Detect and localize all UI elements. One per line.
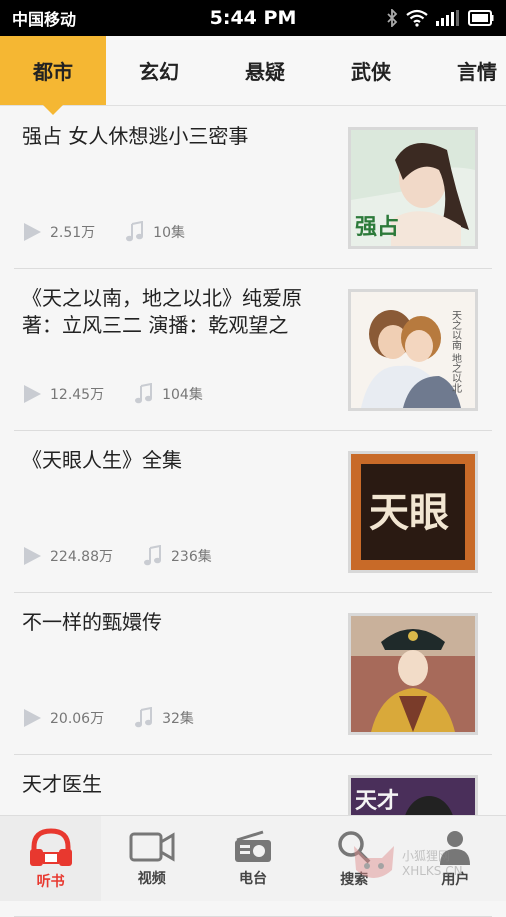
nav-shipin[interactable]: 视频	[101, 816, 202, 901]
item-title: 《天眼人生》全集	[22, 448, 182, 472]
item-title: 《天之以南，地之以北》纯爱原著：立风三二 演播：乾观望之	[22, 286, 302, 337]
music-note-icon	[144, 545, 161, 566]
list-item[interactable]: 不一样的甄嬛传 20.06万 32集	[14, 593, 492, 755]
book-cover[interactable]: 强占	[348, 127, 478, 249]
item-title: 天才医生	[22, 772, 102, 796]
bluetooth-icon	[386, 9, 398, 27]
episode-count: 10集	[153, 225, 185, 241]
list-item[interactable]: 《天之以南，地之以北》纯爱原著：立风三二 演播：乾观望之 12.45万 104集…	[14, 269, 492, 431]
svg-text:天才: 天才	[355, 788, 399, 814]
category-tabs: 都市 玄幻 悬疑 武侠 言情	[0, 36, 506, 115]
play-count-icon	[24, 385, 41, 403]
radio-icon	[235, 830, 271, 862]
tab-xuanyi[interactable]: 悬疑	[212, 36, 318, 105]
carrier-name: 中国移动	[12, 10, 77, 29]
music-note-icon	[126, 221, 144, 242]
nav-label: 视频	[137, 870, 166, 887]
book-cover[interactable]: 天之以南 地之以北	[348, 289, 478, 411]
svg-text:强占: 强占	[355, 215, 399, 240]
video-camera-icon	[129, 831, 175, 862]
play-count-icon	[24, 223, 41, 241]
nav-label: 用户	[441, 871, 470, 888]
tab-wuxia[interactable]: 武侠	[318, 36, 424, 105]
episode-count: 104集	[162, 387, 203, 403]
audiobook-list: 强占 女人休想逃小三密事 2.51万 10集 强占 《天之以南，地之以北》纯爱原…	[0, 107, 506, 917]
nav-label: 电台	[239, 870, 267, 887]
nav-label: 听书	[36, 873, 65, 890]
book-cover[interactable]	[348, 613, 478, 735]
nav-diantai[interactable]: 电台	[202, 816, 303, 901]
svg-text:天之以南 地之以北: 天之以南 地之以北	[450, 310, 462, 393]
headphones-icon	[29, 827, 72, 866]
episode-count: 32集	[162, 711, 194, 727]
item-title: 不一样的甄嬛传	[22, 610, 162, 634]
item-meta: 20.06万 32集	[22, 707, 224, 729]
list-item[interactable]: 强占 女人休想逃小三密事 2.51万 10集 强占	[14, 107, 492, 269]
nav-tingshu[interactable]: 听书	[0, 816, 102, 901]
list-item[interactable]: 《天眼人生》全集 224.88万 236集 天眼	[14, 431, 492, 593]
search-icon	[338, 830, 371, 863]
music-note-icon	[135, 383, 153, 404]
user-icon	[440, 830, 471, 865]
nav-label: 搜索	[340, 871, 369, 888]
play-count-icon	[24, 547, 41, 565]
tab-xuanhuan[interactable]: 玄幻	[106, 36, 212, 105]
play-count: 224.88万	[50, 549, 113, 565]
item-meta: 12.45万 104集	[22, 383, 233, 405]
nav-sousuo[interactable]: 搜索	[304, 816, 405, 901]
play-count: 2.51万	[50, 225, 96, 241]
book-cover[interactable]: 天眼	[348, 451, 478, 573]
music-note-icon	[135, 707, 153, 728]
play-count: 12.45万	[50, 387, 105, 403]
status-bar: 中国移动 5:44 PM	[0, 0, 506, 36]
svg-text:天眼: 天眼	[369, 489, 449, 536]
battery-icon	[468, 10, 494, 26]
play-count-icon	[24, 709, 41, 727]
bottom-nav: 听书 视频 电台 搜索 用户	[0, 815, 506, 901]
tab-dushi[interactable]: 都市	[0, 36, 106, 115]
item-meta: 2.51万 10集	[22, 221, 215, 243]
episode-count: 236集	[171, 549, 212, 565]
nav-yonghu[interactable]: 用户	[405, 816, 506, 901]
tab-yanqing[interactable]: 言情	[424, 36, 506, 105]
item-meta: 224.88万 236集	[22, 545, 242, 567]
signal-icon	[436, 10, 460, 26]
wifi-icon	[406, 9, 428, 27]
play-count: 20.06万	[50, 711, 105, 727]
item-title: 强占 女人休想逃小三密事	[22, 124, 249, 148]
